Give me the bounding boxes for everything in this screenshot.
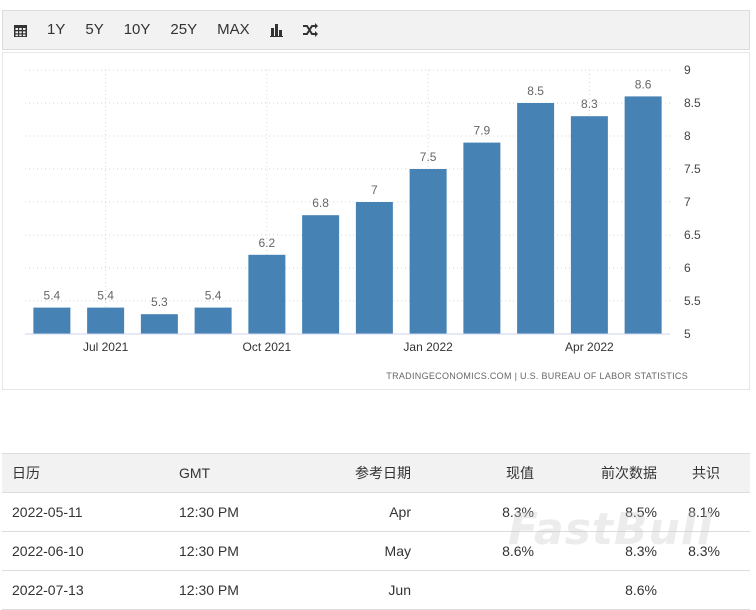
cell-previous: 8.6%	[546, 570, 669, 610]
chart-toolbar: 1Y 5Y 10Y 25Y MAX	[2, 10, 750, 50]
bar-value-label: 7.9	[474, 124, 491, 138]
bar-value-label: 7	[371, 183, 378, 197]
bar-value-label: 8.6	[635, 77, 652, 91]
y-tick-label: 8.5	[684, 96, 701, 110]
cell-date: 2022-07-13	[2, 570, 165, 610]
y-tick-label: 8	[684, 129, 691, 143]
shuffle-icon[interactable]	[302, 21, 320, 39]
cell-date: 2022-06-10	[2, 531, 165, 571]
table-row: 2022-06-10 12:30 PM May 8.6% 8.3% 8.3%	[2, 531, 750, 571]
cell-time: 12:30 PM	[165, 570, 300, 610]
cell-previous: 8.3%	[546, 531, 669, 571]
cell-reference: May	[300, 531, 423, 571]
range-5y-button[interactable]: 5Y	[75, 10, 113, 50]
bar-chart-icon[interactable]	[268, 21, 286, 39]
y-tick-label: 7.5	[684, 162, 701, 176]
bar[interactable]	[248, 254, 286, 334]
table-header-row: 日历 GMT 参考日期 现值 前次数据 共识	[2, 453, 750, 493]
cell-date: 2022-05-11	[2, 492, 165, 532]
range-10y-button[interactable]: 10Y	[114, 10, 161, 50]
cell-previous: 8.5%	[546, 492, 669, 532]
bar-value-label: 6.2	[259, 236, 276, 250]
header-calendar: 日历	[2, 453, 165, 493]
x-tick-label: Jan 2022	[403, 340, 453, 354]
x-tick-label: Oct 2021	[243, 340, 292, 354]
source-caption[interactable]: TRADINGECONOMICS.COM | U.S. BUREAU OF LA…	[386, 371, 688, 381]
table-row: 2022-07-13 12:30 PM Jun 8.6%	[2, 570, 750, 610]
bar[interactable]	[570, 116, 608, 334]
cell-consensus	[669, 570, 750, 610]
x-tick-label: Jul 2021	[83, 340, 129, 354]
table-row: 2022-05-11 12:30 PM Apr 8.3% 8.5% 8.1%	[2, 492, 750, 532]
bar[interactable]	[355, 202, 393, 334]
release-table: 日历 GMT 参考日期 现值 前次数据 共识 2022-05-11 12:30 …	[2, 453, 750, 610]
y-tick-label: 6.5	[684, 228, 701, 242]
bar[interactable]	[517, 103, 555, 334]
bar[interactable]	[463, 142, 501, 334]
bar[interactable]	[624, 96, 662, 335]
header-previous: 前次数据	[546, 453, 669, 493]
bar[interactable]	[302, 215, 340, 334]
y-tick-label: 5	[684, 327, 691, 341]
bar-value-label: 8.5	[527, 84, 544, 98]
cell-actual	[423, 570, 546, 610]
chart-panel: 5 5.5 6 6.5 7 7.5 8 8.5 9 Jul 2021 Oct 2021 Jan 202…	[2, 52, 750, 390]
cell-consensus: 8.1%	[669, 492, 750, 532]
bar-value-label: 7.5	[420, 150, 437, 164]
cell-actual: 8.6%	[423, 531, 546, 571]
bar-value-label: 6.8	[312, 196, 329, 210]
range-max-button[interactable]: MAX	[207, 10, 260, 50]
bar[interactable]	[140, 314, 178, 334]
cell-time: 12:30 PM	[165, 492, 300, 532]
bar[interactable]	[87, 307, 125, 334]
header-consensus: 共识	[669, 453, 750, 493]
cell-consensus: 8.3%	[669, 531, 750, 571]
bar-value-label: 5.4	[44, 289, 61, 303]
y-tick-label: 9	[684, 63, 691, 77]
header-reference: 参考日期	[300, 453, 423, 493]
header-actual: 现值	[423, 453, 546, 493]
range-1y-button[interactable]: 1Y	[37, 10, 75, 50]
y-tick-label: 7	[684, 195, 691, 209]
x-tick-label: Apr 2022	[565, 340, 614, 354]
bar[interactable]	[409, 169, 447, 334]
bar-chart: 5 5.5 6 6.5 7 7.5 8 8.5 9 Jul 2021 Oct 2021 Jan 202…	[25, 63, 701, 381]
y-tick-label: 6	[684, 261, 691, 275]
cell-time: 12:30 PM	[165, 531, 300, 571]
range-25y-button[interactable]: 25Y	[160, 10, 207, 50]
bar-value-label: 5.3	[151, 295, 168, 309]
bar-value-label: 8.3	[581, 97, 598, 111]
bar[interactable]	[33, 307, 71, 334]
cell-reference: Apr	[300, 492, 423, 532]
cell-actual: 8.3%	[423, 492, 546, 532]
bar[interactable]	[194, 307, 232, 334]
header-gmt: GMT	[165, 453, 300, 493]
bar-value-label: 5.4	[97, 289, 114, 303]
cell-reference: Jun	[300, 570, 423, 610]
y-tick-label: 5.5	[684, 294, 701, 308]
bar-value-label: 5.4	[205, 289, 222, 303]
calendar-icon[interactable]	[11, 21, 29, 39]
